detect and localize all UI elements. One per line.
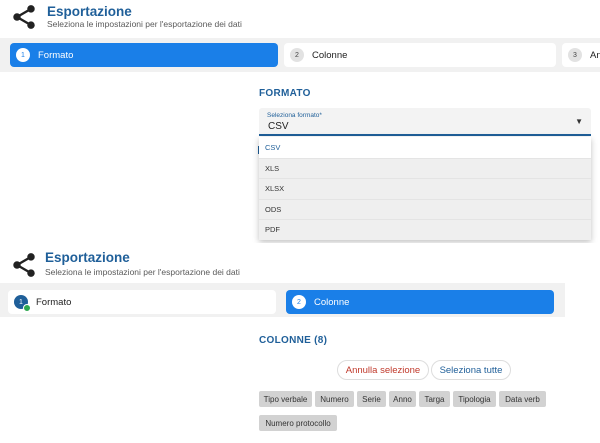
column-chip[interactable]: Numero (315, 391, 354, 407)
page-title: Esportazione (45, 250, 130, 265)
deselect-all-button[interactable]: Annulla selezione (337, 360, 429, 380)
option-csv[interactable]: CSV (259, 137, 591, 158)
stepper: 1 Formato 2 Colonne (0, 283, 565, 317)
column-chip[interactable]: Data verb (499, 391, 546, 407)
page-subtitle: Seleziona le impostazioni per l'esportaz… (47, 19, 242, 29)
column-chip[interactable]: Tipologia (453, 391, 496, 407)
section-title-colonne: COLONNE (8) (259, 335, 328, 346)
share-icon (13, 253, 35, 277)
step-number: 2 (292, 295, 306, 309)
page-header: Esportazione Seleziona le impostazioni p… (0, 0, 600, 36)
page-subtitle: Seleziona le impostazioni per l'esportaz… (45, 267, 240, 277)
caret-down-icon: ▼ (575, 117, 583, 126)
step-formato[interactable]: 1 Formato (10, 43, 278, 67)
column-chip[interactable]: Serie (357, 391, 386, 407)
option-pdf[interactable]: PDF (259, 219, 591, 240)
option-ods[interactable]: ODS (259, 198, 591, 219)
step-formato[interactable]: 1 Formato (8, 290, 276, 314)
select-all-button[interactable]: Seleziona tutte (431, 360, 511, 380)
format-dropdown: CSV XLS XLSX ODS PDF (259, 137, 591, 240)
column-chip[interactable]: Numero protocollo (259, 415, 337, 431)
step-colonne[interactable]: 2 Colonne (286, 290, 554, 314)
format-select[interactable]: Seleziona formato* CSV ▼ (259, 108, 591, 136)
page-title: Esportazione (47, 4, 132, 19)
step-number: 1 (16, 48, 30, 62)
step-number-completed: 1 (14, 295, 31, 312)
section-title-formato: FORMATO (259, 88, 311, 99)
step-label: Colonne (314, 296, 350, 308)
step-label: Formato (38, 49, 74, 61)
export-dialog-formato: Esportazione Seleziona le impostazioni p… (0, 0, 600, 243)
step-number: 2 (290, 48, 304, 62)
option-xlsx[interactable]: XLSX (259, 178, 591, 199)
stepper: 1 Formato 2 Colonne 3 An (0, 38, 600, 72)
select-value: CSV (268, 121, 289, 132)
step-third[interactable]: 3 An (562, 43, 600, 67)
column-chip[interactable]: Anno (389, 391, 416, 407)
step-label: Formato (36, 296, 72, 308)
step-label: Colonne (312, 49, 348, 61)
step-label: An (590, 49, 600, 61)
column-chip[interactable]: Targa (419, 391, 450, 407)
page-header: Esportazione Seleziona le impostazioni p… (0, 243, 565, 279)
option-xls[interactable]: XLS (259, 157, 591, 178)
step-number: 3 (568, 48, 582, 62)
check-icon (23, 304, 31, 312)
step-colonne[interactable]: 2 Colonne (284, 43, 556, 67)
column-chip[interactable]: Tipo verbale (259, 391, 312, 407)
share-icon (13, 5, 35, 29)
select-label: Seleziona formato* (267, 112, 322, 119)
